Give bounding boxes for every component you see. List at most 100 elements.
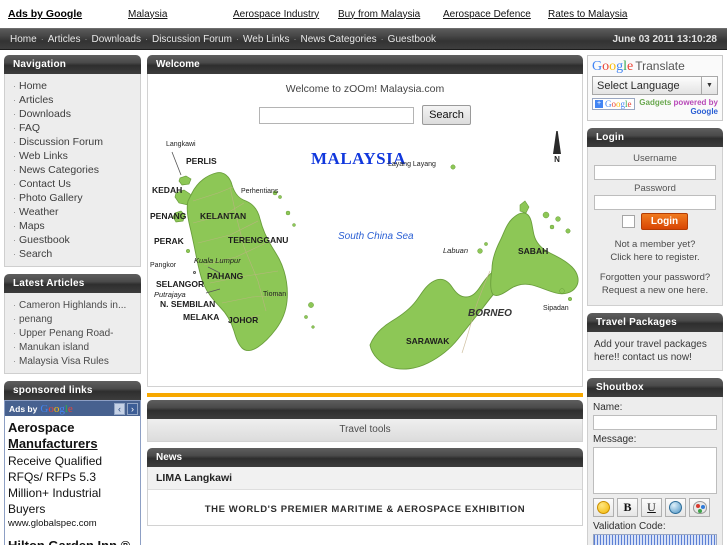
shoutbox-message-textarea[interactable]	[593, 447, 717, 494]
nav-item-news-categories[interactable]: News Categories	[301, 34, 377, 45]
chevron-down-icon[interactable]: ▼	[701, 77, 717, 94]
top-ad-link-1[interactable]: Aerospace Industry	[233, 9, 338, 20]
ad-title-0[interactable]: Aerospace Manufacturers	[8, 420, 137, 452]
language-select[interactable]: Select Language ▼	[592, 76, 718, 95]
list-item[interactable]: · penang	[11, 312, 134, 326]
sidebar-item-label[interactable]: Maps	[19, 220, 45, 232]
sidebar-item-discussion-forum[interactable]: · Discussion Forum	[11, 135, 134, 149]
sidebar-item-maps[interactable]: · Maps	[11, 219, 134, 233]
bullet-icon: ·	[13, 165, 16, 175]
map-label-n-sembilan: N. SEMBILAN	[160, 299, 216, 309]
powered-by-text: Gadgets powered by Google	[638, 98, 718, 116]
travel-tools-title	[147, 400, 583, 419]
sidebar-item-label[interactable]: Web Links	[19, 150, 68, 162]
search-input[interactable]	[259, 106, 415, 124]
sidebar-item-label[interactable]: Search	[19, 248, 52, 260]
list-item[interactable]: · Upper Penang Road-	[11, 326, 134, 340]
sidebar-item-label[interactable]: Downloads	[19, 108, 71, 120]
top-ad-link-3[interactable]: Aerospace Defence	[443, 9, 548, 20]
top-ad-link-2[interactable]: Buy from Malaysia	[338, 9, 443, 20]
sidebar-item-faq[interactable]: · FAQ	[11, 121, 134, 135]
next-arrow-icon[interactable]: ›	[127, 402, 138, 415]
smiley-icon[interactable]	[593, 498, 614, 517]
bullet-icon: ·	[13, 356, 16, 366]
request-password-link[interactable]: Request a new one here.	[602, 285, 708, 296]
register-link[interactable]: Click here to register.	[610, 252, 699, 263]
travel-packages-title: Travel Packages	[587, 313, 723, 332]
sidebar-item-label[interactable]: Articles	[19, 94, 53, 106]
sidebar-item-photo-gallery[interactable]: · Photo Gallery	[11, 191, 134, 205]
sidebar-item-label[interactable]: Guestbook	[19, 234, 70, 246]
news-headline[interactable]: LIMA Langkawi	[148, 467, 582, 490]
list-item[interactable]: · Malaysia Visa Rules	[11, 354, 134, 368]
sidebar-item-label[interactable]: News Categories	[19, 164, 99, 176]
welcome-greeting: Welcome to zOOm! Malaysia.com	[285, 83, 445, 95]
travel-tools-label[interactable]: Travel tools	[339, 424, 390, 435]
nav-item-guestbook[interactable]: Guestbook	[388, 34, 436, 45]
latest-articles-body: · Cameron Highlands in... · penang · Upper …	[4, 293, 141, 374]
sidebar-item-articles[interactable]: · Articles	[11, 93, 134, 107]
bullet-icon: ·	[13, 151, 16, 161]
login-button[interactable]: Login	[640, 213, 689, 230]
sidebar-item-guestbook[interactable]: · Guestbook	[11, 233, 134, 247]
article-link[interactable]: Cameron Highlands in...	[19, 300, 126, 311]
bullet-icon: ·	[13, 81, 16, 91]
ad-title-1[interactable]: Hilton Garden Inn ®	[8, 538, 137, 545]
latest-articles-list: · Cameron Highlands in... · penang · Upper …	[11, 298, 134, 368]
map-label-pahang: PAHANG	[207, 271, 244, 281]
nav-item-home[interactable]: Home	[10, 34, 37, 45]
page-columns: Navigation · Home · Articles · Downloads · F…	[0, 50, 727, 545]
username-field[interactable]	[594, 165, 716, 180]
news-subheadline: THE WORLD'S PREMIER MARITIME & AEROSPACE…	[204, 504, 526, 515]
article-link[interactable]: Upper Penang Road-	[19, 328, 114, 339]
password-field[interactable]	[594, 195, 716, 210]
city-dot-icon	[193, 271, 196, 274]
list-item[interactable]: · Cameron Highlands in...	[11, 298, 134, 312]
nav-item-downloads[interactable]: Downloads	[91, 34, 140, 45]
google-badge-wordmark: Google	[605, 99, 632, 109]
sidebar-item-contact-us[interactable]: · Contact Us	[11, 177, 134, 191]
ad-title-line1: Aerospace	[8, 420, 75, 435]
news-panel-title: News	[147, 448, 583, 467]
underline-icon[interactable]: U	[641, 498, 662, 517]
globe-icon[interactable]	[665, 498, 686, 517]
bold-icon[interactable]: B	[617, 498, 638, 517]
sidebar-item-label[interactable]: Home	[19, 80, 47, 92]
shoutbox-name-input[interactable]	[593, 415, 717, 430]
sidebar-item-label[interactable]: Contact Us	[19, 178, 71, 190]
sidebar-item-label[interactable]: Photo Gallery	[19, 192, 83, 204]
sponsored-ad-box: Ads by Google ‹ › Aerospace Manufacturer…	[4, 400, 141, 545]
sidebar-item-home[interactable]: · Home	[11, 79, 134, 93]
sidebar-item-news-categories[interactable]: · News Categories	[11, 163, 134, 177]
sponsored-links-module: sponsored links Ads by Google ‹ › Aerosp…	[4, 381, 141, 545]
top-ad-link-0[interactable]: Malaysia	[128, 9, 233, 20]
sidebar-item-label[interactable]: Discussion Forum	[19, 136, 103, 148]
article-link[interactable]: Manukan island	[19, 342, 89, 353]
palette-icon[interactable]	[689, 498, 710, 517]
prev-arrow-icon[interactable]: ‹	[114, 402, 125, 415]
article-link[interactable]: penang	[19, 314, 52, 325]
sidebar-item-weather[interactable]: · Weather	[11, 205, 134, 219]
map-label-sarawak: SARAWAK	[406, 336, 450, 346]
nav-item-discussion-forum[interactable]: Discussion Forum	[152, 34, 232, 45]
list-item[interactable]: · Manukan island	[11, 340, 134, 354]
ads-by-label: Ads by	[9, 403, 38, 414]
sidebar-item-label[interactable]: FAQ	[19, 122, 40, 134]
sidebar-item-search[interactable]: · Search	[11, 247, 134, 261]
top-ad-link-4[interactable]: Rates to Malaysia	[548, 9, 653, 20]
shoutbox-toolbar: B U	[593, 498, 717, 517]
google-gadgets-badge[interactable]: + Google	[592, 98, 635, 110]
username-label: Username	[633, 153, 677, 164]
sidebar-item-web-links[interactable]: · Web Links	[11, 149, 134, 163]
nav-item-web-links[interactable]: Web Links	[243, 34, 290, 45]
article-link[interactable]: Malaysia Visa Rules	[19, 356, 109, 367]
sidebar-item-label[interactable]: Weather	[19, 206, 59, 218]
search-button[interactable]: Search	[422, 105, 471, 125]
remember-me-checkbox[interactable]	[621, 215, 635, 228]
map-label-langkawi: Langkawi	[166, 141, 196, 148]
nav-item-articles[interactable]: Articles	[48, 34, 81, 45]
ad-url-0[interactable]: www.globalspec.com	[8, 518, 137, 529]
bullet-icon: ·	[13, 235, 16, 245]
sidebar-item-downloads[interactable]: · Downloads	[11, 107, 134, 121]
